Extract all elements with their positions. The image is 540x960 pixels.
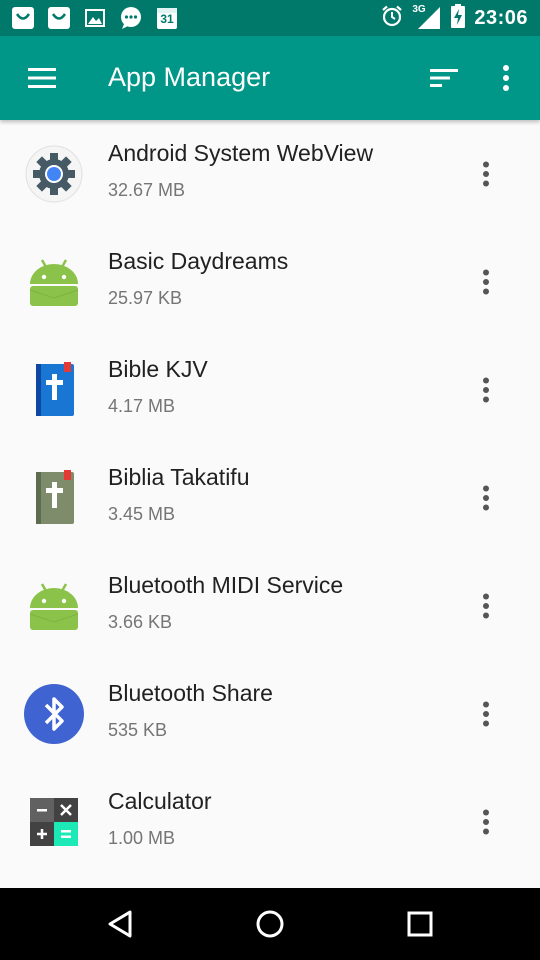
calendar-day: 31 (160, 12, 174, 26)
item-more-icon[interactable] (470, 154, 502, 194)
page-title: App Manager (108, 62, 271, 92)
app-size: 535 KB (108, 720, 168, 740)
list-item[interactable]: Android System WebView 32.67 MB (0, 120, 540, 228)
app-name: Android System WebView (108, 140, 374, 166)
app-list: Android System WebView 32.67 MB Basic Da… (0, 120, 540, 888)
sort-icon[interactable] (428, 66, 460, 90)
app-toolbar: App Manager (0, 36, 540, 120)
app-name: Basic Daydreams (108, 248, 289, 274)
recents-icon[interactable] (400, 904, 440, 944)
bluetooth-icon (24, 684, 84, 744)
list-item[interactable]: Bluetooth Share 535 KB (0, 660, 540, 768)
back-icon[interactable] (100, 904, 140, 944)
signal-icon: 3G (412, 4, 442, 31)
app-name: Calculator (108, 788, 212, 814)
app-size: 1.00 MB (108, 828, 176, 848)
battery-charging-icon (450, 3, 466, 34)
image-icon (82, 5, 108, 31)
app-name: Bluetooth Share (108, 680, 273, 706)
more-vert-icon[interactable] (494, 62, 518, 94)
app-name: Bible KJV (108, 356, 208, 382)
home-icon[interactable] (250, 904, 290, 944)
app-size: 3.45 MB (108, 504, 176, 524)
app-size: 32.67 MB (108, 180, 186, 200)
hamburger-menu-icon[interactable] (26, 66, 58, 90)
calculator-icon (24, 792, 84, 852)
app-size: 4.17 MB (108, 396, 176, 416)
item-more-icon[interactable] (470, 802, 502, 842)
app-name: Biblia Takatifu (108, 464, 250, 490)
alarm-icon (380, 4, 404, 33)
item-more-icon[interactable] (470, 694, 502, 734)
webview-gear-icon (24, 144, 84, 204)
item-more-icon[interactable] (470, 586, 502, 626)
status-bar: 31 3G 23:06 (0, 0, 540, 36)
clock: 23:06 (474, 6, 528, 29)
notification-icons: 31 (10, 5, 180, 31)
android-icon (24, 252, 84, 312)
status-icons: 3G 23:06 (380, 0, 528, 36)
app-size: 3.66 KB (108, 612, 173, 632)
system-navigation-bar (0, 888, 540, 960)
app-notification-icon (10, 5, 36, 31)
chat-icon (118, 5, 144, 31)
list-item[interactable]: Biblia Takatifu 3.45 MB (0, 444, 540, 552)
item-more-icon[interactable] (470, 262, 502, 302)
app-notification-icon (46, 5, 72, 31)
app-size: 25.97 KB (108, 288, 183, 308)
list-item[interactable]: Basic Daydreams 25.97 KB (0, 228, 540, 336)
calendar-icon: 31 (154, 5, 180, 31)
item-more-icon[interactable] (470, 370, 502, 410)
list-item[interactable]: Bible KJV 4.17 MB (0, 336, 540, 444)
list-item[interactable]: Bluetooth MIDI Service 3.66 KB (0, 552, 540, 660)
bible-kjv-icon (24, 360, 84, 420)
network-type-label: 3G (412, 4, 426, 15)
item-more-icon[interactable] (470, 478, 502, 518)
bible-takatifu-icon (24, 468, 84, 528)
list-item[interactable]: Calculator 1.00 MB (0, 768, 540, 876)
app-name: Bluetooth MIDI Service (108, 572, 344, 598)
android-icon (24, 576, 84, 636)
